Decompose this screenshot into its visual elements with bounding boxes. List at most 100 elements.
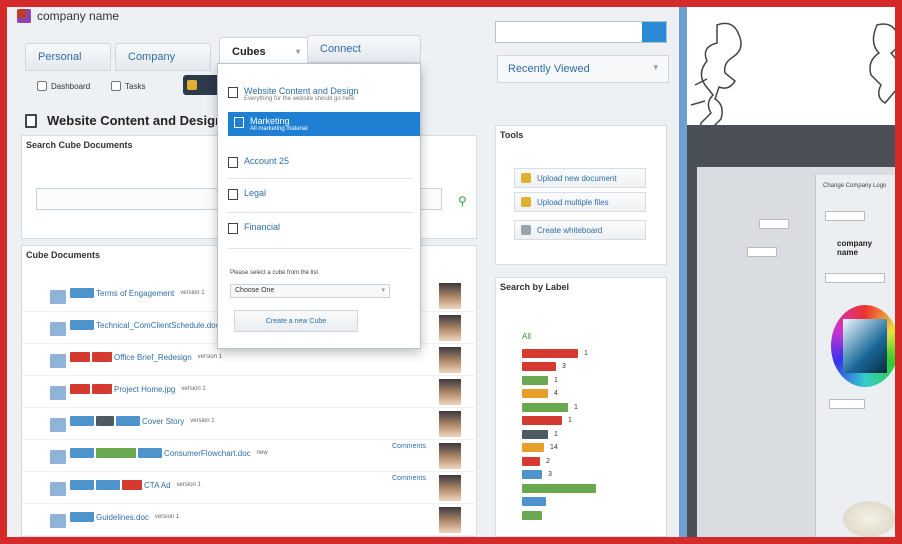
label-tag[interactable] — [70, 512, 94, 522]
subnav-dashboard[interactable]: Dashboard — [37, 77, 90, 95]
label-tag[interactable] — [70, 448, 94, 458]
cube-icon — [228, 189, 238, 200]
label-filter[interactable]: 2 — [522, 456, 550, 466]
screenshot-frame: company name Personal Company Cubes ▾ Co… — [0, 0, 902, 544]
table-row[interactable]: CTA Ad version 1 Comments — [22, 472, 478, 504]
avatar[interactable] — [438, 442, 462, 470]
cube-item-account[interactable]: Account 25 — [228, 156, 412, 168]
document-version: version 1 — [197, 354, 223, 360]
label-tag[interactable] — [522, 456, 540, 466]
cube-item-financial[interactable]: Financial — [228, 222, 412, 234]
label-tag[interactable] — [522, 416, 562, 425]
all-labels-link[interactable]: All — [522, 332, 531, 341]
label-tag[interactable] — [70, 384, 90, 394]
label-tag[interactable] — [522, 443, 544, 452]
label-filter[interactable]: 1 — [522, 348, 588, 358]
document-link[interactable]: CTA Ad — [144, 481, 171, 490]
color-picker-square[interactable] — [843, 319, 887, 373]
create-whiteboard-button[interactable]: Create whiteboard — [514, 220, 646, 240]
label-filter[interactable] — [522, 510, 548, 520]
tab-personal[interactable]: Personal — [25, 43, 111, 71]
scrollbar[interactable] — [679, 7, 687, 537]
document-link[interactable]: Project Home.jpg — [114, 385, 175, 394]
label-tag[interactable] — [522, 470, 542, 479]
label-tag[interactable] — [522, 375, 548, 385]
label-tag[interactable] — [70, 416, 94, 426]
avatar[interactable] — [438, 282, 462, 310]
cube-item-website[interactable]: Website Content and Design Everything fo… — [228, 86, 412, 102]
avatar[interactable] — [438, 378, 462, 406]
label-tag[interactable] — [116, 416, 140, 426]
recently-viewed-dropdown[interactable]: Recently Viewed ▾ — [497, 55, 669, 83]
label-tag[interactable] — [122, 480, 142, 490]
label-tag[interactable] — [522, 429, 548, 439]
label-filter[interactable]: 3 — [522, 362, 566, 372]
label-filter[interactable]: 1 — [522, 429, 558, 439]
label-tag[interactable] — [522, 402, 568, 412]
comments-link[interactable]: Comments — [392, 475, 426, 482]
label-tag[interactable] — [70, 352, 90, 362]
search-button[interactable] — [642, 22, 666, 42]
mini-input — [747, 247, 777, 257]
avatar[interactable] — [438, 314, 462, 342]
label-filter[interactable]: 3 — [522, 470, 552, 480]
document-link[interactable]: ConsumerFlowchart.doc — [164, 449, 251, 458]
cube-title: Website Content and Design — [244, 86, 359, 96]
cube-select[interactable]: Choose One ▾ — [230, 284, 390, 298]
label-filter[interactable]: 14 — [522, 443, 558, 453]
search-icon[interactable]: ⚲ — [458, 194, 467, 208]
label-tag[interactable] — [92, 352, 112, 362]
tool-label: Upload new document — [537, 173, 617, 183]
mini-input — [759, 219, 789, 229]
label-tag[interactable] — [138, 448, 162, 458]
label-tag[interactable] — [96, 480, 120, 490]
doc-tags: Project Home.jpg version 1 — [70, 384, 206, 394]
table-row[interactable]: ConsumerFlowchart.doc new Comments — [22, 440, 478, 472]
avatar[interactable] — [438, 506, 462, 534]
tab-cubes-label: Cubes — [232, 46, 266, 58]
label-filter[interactable]: 4 — [522, 389, 558, 399]
label-filter[interactable]: 1 — [522, 416, 572, 426]
label-filter[interactable]: 1 — [522, 402, 578, 412]
comments-link[interactable]: Comments — [392, 443, 426, 450]
table-row[interactable]: Project Home.jpg version 1 — [22, 376, 478, 408]
label-filter[interactable] — [522, 483, 602, 493]
label-tag[interactable] — [96, 448, 136, 458]
upload-multiple-button[interactable]: Upload multiple files — [514, 192, 646, 212]
avatar[interactable] — [438, 474, 462, 502]
label-tag[interactable] — [522, 389, 548, 398]
document-link[interactable]: Terms of Engagement — [96, 289, 174, 298]
table-row[interactable]: Guidelines.doc version 1 — [22, 504, 478, 536]
cube-item-legal[interactable]: Legal — [228, 188, 412, 200]
recently-viewed-label: Recently Viewed — [508, 63, 590, 75]
label-tag[interactable] — [522, 510, 542, 520]
label-tag[interactable] — [522, 348, 578, 358]
label-tag[interactable] — [92, 384, 112, 394]
avatar[interactable] — [438, 346, 462, 374]
cube-item-marketing[interactable]: Marketing All marketing material — [228, 112, 420, 136]
subnav-tasks[interactable]: Tasks — [111, 77, 145, 95]
document-link[interactable]: Technical_ComClientSchedule.doc — [96, 321, 220, 330]
label-tag[interactable] — [522, 497, 546, 506]
cube-icon — [228, 223, 238, 234]
document-link[interactable]: Cover Story — [142, 417, 184, 426]
document-link[interactable]: Office Brief_Redesign — [114, 353, 192, 362]
label-tag[interactable] — [96, 416, 114, 426]
create-cube-button[interactable]: Create a new Cube — [234, 310, 358, 332]
global-search-input[interactable] — [495, 21, 667, 43]
document-link[interactable]: Guidelines.doc — [96, 513, 149, 522]
tab-connect[interactable]: Connect — [307, 35, 421, 63]
table-row[interactable]: Cover Story version 1 — [22, 408, 478, 440]
label-tag[interactable] — [70, 480, 94, 490]
page-title-text: Website Content and Design — [47, 113, 223, 128]
label-tag[interactable] — [70, 288, 94, 298]
upload-document-button[interactable]: Upload new document — [514, 168, 646, 188]
label-filter[interactable]: 1 — [522, 375, 558, 385]
label-tag[interactable] — [70, 320, 94, 330]
label-tag[interactable] — [522, 362, 556, 371]
avatar[interactable] — [438, 410, 462, 438]
company-logo[interactable]: company name — [17, 9, 119, 23]
label-tag[interactable] — [522, 483, 596, 493]
label-filter[interactable] — [522, 497, 552, 507]
tab-company[interactable]: Company — [115, 43, 211, 71]
